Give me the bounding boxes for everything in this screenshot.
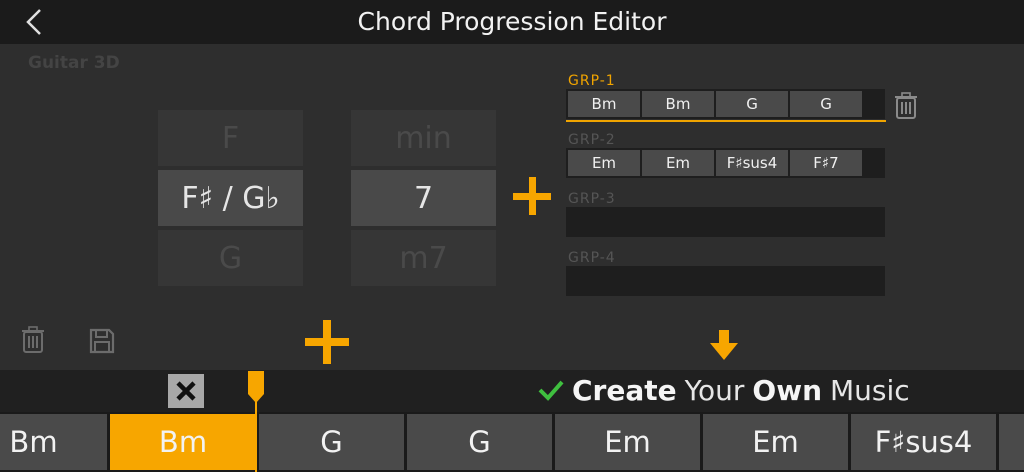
group-chord[interactable]: Em [568, 150, 640, 176]
group-label: GRP-2 [568, 132, 616, 148]
chord-timeline[interactable]: Bm Bm G G Em Em F♯sus4 [0, 412, 1024, 472]
root-note-picker[interactable]: F F♯ / G♭ G [158, 110, 303, 286]
chord-type-picker[interactable]: min 7 m7 [351, 110, 496, 286]
trash-icon[interactable] [21, 326, 45, 354]
group-2[interactable]: GRP-2 Em Em F♯sus4 F♯7 [566, 132, 886, 182]
timeline-chord-selected[interactable]: Bm [110, 414, 256, 470]
remove-chord-button[interactable] [168, 374, 204, 408]
page-title: Chord Progression Editor [357, 7, 667, 36]
tagline: Create Your Own Music [538, 373, 910, 407]
timeline-chord[interactable]: G [407, 414, 552, 470]
tagline-word: Create [572, 373, 677, 407]
timeline-chord[interactable]: G [259, 414, 404, 470]
type-option[interactable]: min [351, 110, 496, 166]
arrow-down-icon[interactable] [710, 330, 738, 360]
group-slots[interactable] [566, 207, 885, 237]
tagline-word: Your [684, 373, 745, 407]
group-label: GRP-1 [568, 73, 616, 89]
tagline-word: Own [752, 373, 823, 407]
group-slots: Bm Bm G G [566, 89, 885, 119]
group-chord[interactable]: G [716, 91, 788, 117]
instrument-label: Guitar 3D [28, 53, 120, 73]
group-chord[interactable]: F♯7 [790, 150, 862, 176]
timeline-chord[interactable]: Bm [0, 414, 107, 470]
add-to-group-button[interactable] [513, 177, 551, 215]
check-icon [538, 380, 564, 401]
timeline-chord[interactable]: Em [703, 414, 848, 470]
playhead-icon[interactable] [247, 370, 265, 404]
close-icon [176, 381, 196, 401]
root-option[interactable]: F [158, 110, 303, 166]
group-slots[interactable] [566, 266, 885, 296]
header-bar: Chord Progression Editor [0, 0, 1024, 44]
root-option[interactable]: G [158, 230, 303, 286]
group-chord[interactable]: Bm [642, 91, 714, 117]
group-chord[interactable]: Em [642, 150, 714, 176]
timeline-chord[interactable]: Em [555, 414, 700, 470]
group-chord[interactable]: F♯sus4 [716, 150, 788, 176]
timeline-chord[interactable] [999, 414, 1024, 470]
group-slots: Em Em F♯sus4 F♯7 [566, 148, 885, 178]
type-option[interactable]: m7 [351, 230, 496, 286]
group-chord[interactable]: Bm [568, 91, 640, 117]
add-to-timeline-button[interactable] [305, 320, 349, 364]
group-label: GRP-3 [568, 191, 616, 207]
tagline-word: Music [830, 373, 910, 407]
timeline-chord[interactable]: F♯sus4 [851, 414, 996, 470]
group-chord[interactable]: G [790, 91, 862, 117]
root-option-selected[interactable]: F♯ / G♭ [158, 170, 303, 226]
save-icon[interactable] [89, 328, 115, 354]
trash-icon[interactable] [894, 92, 918, 120]
group-3[interactable]: GRP-3 [566, 191, 886, 241]
active-group-underline [566, 120, 886, 122]
group-4[interactable]: GRP-4 [566, 250, 886, 300]
group-1[interactable]: GRP-1 Bm Bm G G [566, 73, 886, 123]
group-label: GRP-4 [568, 250, 616, 266]
type-option-selected[interactable]: 7 [351, 170, 496, 226]
playhead-line [255, 398, 257, 472]
